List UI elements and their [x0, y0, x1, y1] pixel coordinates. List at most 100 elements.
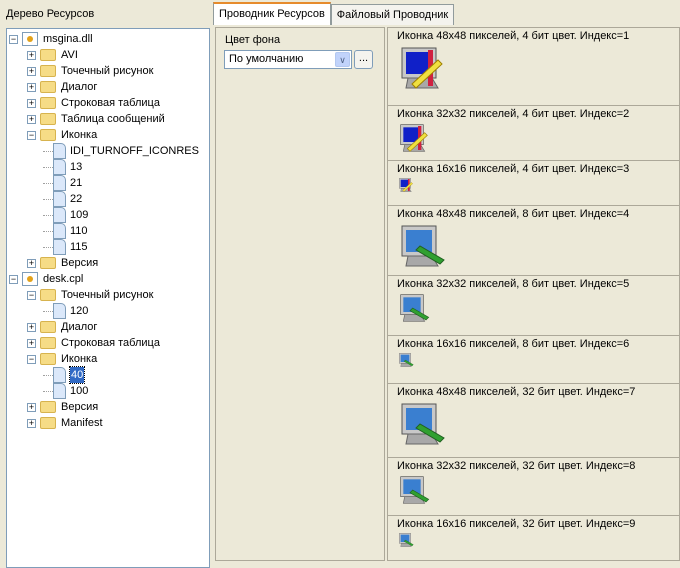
tree-item[interactable]: 100 — [43, 383, 89, 399]
tree-connector — [43, 215, 53, 216]
monitor-brush-icon — [398, 474, 430, 509]
icon-entry: Иконка 32x32 пикселей, 8 бит цвет. Индек… — [388, 276, 679, 336]
browse-color-button[interactable]: ... — [354, 50, 373, 69]
icon-title: Иконка 16x16 пикселей, 4 бит цвет. Индек… — [397, 163, 630, 175]
document-icon — [53, 239, 66, 255]
tab-resource-explorer[interactable]: Проводник Ресурсов — [213, 2, 331, 25]
tree-item-label: 110 — [70, 225, 88, 237]
tree-item[interactable]: + Диалог — [27, 319, 97, 335]
icon-title: Иконка 48x48 пикселей, 32 бит цвет. Инде… — [397, 386, 636, 398]
tree-item-label: 22 — [70, 193, 83, 205]
tree-item-label: 21 — [70, 177, 83, 189]
folder-icon — [40, 65, 56, 77]
background-color-label: Цвет фона — [225, 34, 281, 46]
expand-icon[interactable]: + — [27, 66, 36, 76]
tree-item-label: Иконка — [61, 129, 98, 141]
tree-connector — [43, 183, 53, 184]
collapse-icon[interactable]: − — [9, 274, 18, 284]
tree-item[interactable]: + Строковая таблица — [27, 95, 160, 111]
tree-item-label: Диалог — [61, 321, 98, 333]
tree-item[interactable]: + Версия — [27, 399, 98, 415]
tree-item[interactable]: + Manifest — [27, 415, 103, 431]
tree-item[interactable]: − Иконка — [27, 127, 97, 143]
document-icon — [53, 223, 66, 239]
folder-icon — [40, 417, 56, 429]
tree-item[interactable]: 115 — [43, 239, 88, 255]
expand-icon[interactable]: + — [27, 402, 36, 412]
resource-tree[interactable]: − msgina.dll + AVI + Точечный рисунок + Диалог +… — [6, 28, 210, 568]
collapse-icon[interactable]: − — [9, 34, 18, 44]
background-color-select[interactable]: По умолчанию ∨ — [224, 50, 352, 69]
tree-item-label: Строковая таблица — [61, 97, 160, 109]
tree-item[interactable]: 22 — [43, 191, 83, 207]
tree-item-label: Таблица сообщений — [61, 113, 165, 125]
tree-connector — [43, 199, 53, 200]
icon-entry: Иконка 16x16 пикселей, 8 бит цвет. Индек… — [388, 336, 679, 384]
expand-icon[interactable]: + — [27, 338, 36, 348]
options-panel: Цвет фона По умолчанию ∨ ... — [215, 27, 385, 561]
folder-icon — [40, 401, 56, 413]
icon-entry: Иконка 48x48 пикселей, 8 бит цвет. Индек… — [388, 206, 679, 276]
tree-item-label: Строковая таблица — [61, 337, 160, 349]
tree-item-label: Версия — [61, 401, 99, 413]
tree-item[interactable]: IDI_TURNOFF_ICONRES — [43, 143, 199, 159]
document-icon — [53, 191, 66, 207]
tree-item[interactable]: 40 — [43, 366, 86, 384]
tree-connector — [43, 151, 53, 152]
tree-item[interactable]: − msgina.dll — [9, 31, 93, 47]
tree-item[interactable]: 109 — [43, 207, 88, 223]
folder-icon — [40, 321, 56, 333]
tree-item[interactable]: + Таблица сообщений — [27, 111, 165, 127]
tree-item-label: IDI_TURNOFF_ICONRES — [70, 145, 199, 157]
tree-item[interactable]: + Диалог — [27, 79, 97, 95]
tree-item-label: Версия — [61, 257, 99, 269]
document-icon — [53, 383, 66, 399]
expand-icon[interactable]: + — [27, 258, 36, 268]
folder-icon — [40, 353, 56, 365]
collapse-icon[interactable]: − — [27, 290, 36, 300]
expand-icon[interactable]: + — [27, 322, 36, 332]
tree-connector — [43, 231, 53, 232]
icon-title: Иконка 16x16 пикселей, 8 бит цвет. Индек… — [397, 338, 630, 350]
tree-item[interactable]: 110 — [43, 223, 88, 239]
tree-connector — [43, 311, 53, 312]
tree-item-label: Точечный рисунок — [61, 289, 154, 301]
tree-item[interactable]: + AVI — [27, 47, 78, 63]
icon-entry: Иконка 32x32 пикселей, 4 бит цвет. Индек… — [388, 106, 679, 161]
tree-item[interactable]: 21 — [43, 175, 83, 191]
tree-item[interactable]: − Точечный рисунок — [27, 287, 153, 303]
tree-item-label: Manifest — [61, 417, 103, 429]
tree-item[interactable]: + Точечный рисунок — [27, 63, 153, 79]
resource-tree-header: Дерево Ресурсов — [6, 8, 95, 20]
tree-item[interactable]: − Иконка — [27, 351, 97, 367]
icon-entry: Иконка 16x16 пикселей, 32 бит цвет. Инде… — [388, 516, 679, 560]
folder-icon — [40, 97, 56, 109]
expand-icon[interactable]: + — [27, 50, 36, 60]
monitor-brush-icon — [398, 400, 446, 451]
folder-icon — [40, 49, 56, 61]
folder-icon — [40, 113, 56, 125]
tree-connector — [43, 375, 53, 376]
folder-icon — [40, 257, 56, 269]
tree-connector — [43, 247, 53, 248]
expand-icon[interactable]: + — [27, 82, 36, 92]
tree-item-label: desk.cpl — [43, 273, 84, 285]
chevron-down-icon[interactable]: ∨ — [335, 52, 350, 67]
tree-item-label: 115 — [70, 241, 88, 253]
tree-item[interactable]: 120 — [43, 303, 88, 319]
expand-icon[interactable]: + — [27, 418, 36, 428]
monitor-ruler-icon — [398, 44, 446, 95]
tree-item[interactable]: 13 — [43, 159, 82, 175]
tab-file-explorer[interactable]: Файловый Проводник — [330, 4, 455, 25]
tree-item[interactable]: + Версия — [27, 255, 98, 271]
tree-item[interactable]: + Строковая таблица — [27, 335, 160, 351]
expand-icon[interactable]: + — [27, 98, 36, 108]
collapse-icon[interactable]: − — [27, 130, 36, 140]
tree-item[interactable]: − desk.cpl — [9, 271, 83, 287]
tree-item-label: 40 — [68, 366, 86, 384]
icon-entry: Иконка 16x16 пикселей, 4 бит цвет. Индек… — [388, 161, 679, 206]
expand-icon[interactable]: + — [27, 114, 36, 124]
document-icon — [53, 143, 66, 159]
tree-item-label: 100 — [70, 385, 89, 397]
collapse-icon[interactable]: − — [27, 354, 36, 364]
